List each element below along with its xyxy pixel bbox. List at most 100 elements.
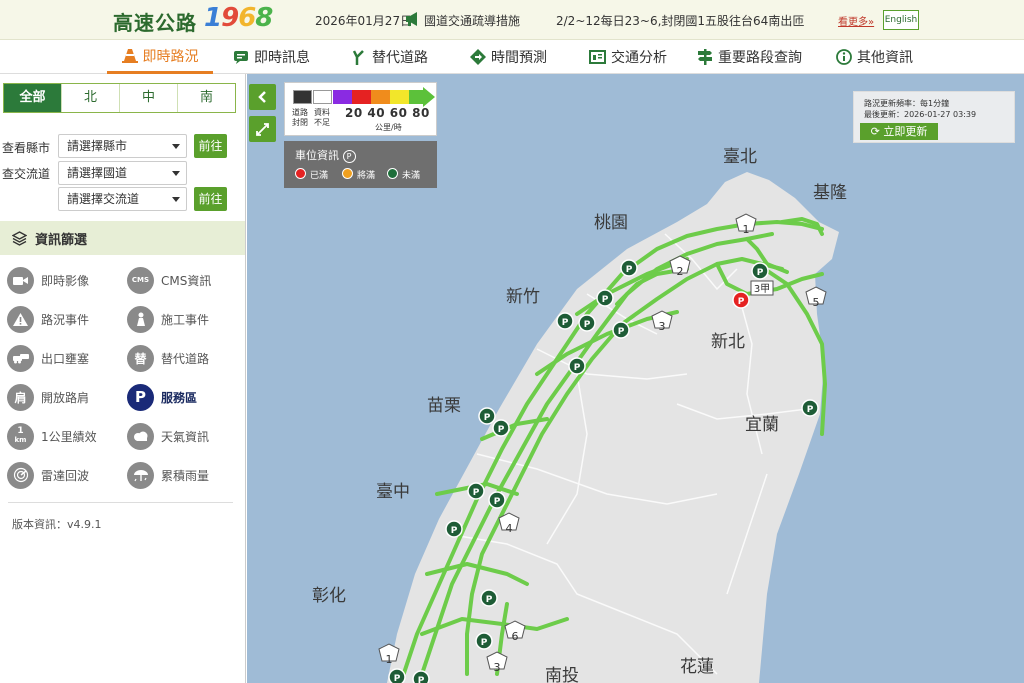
service-area-marker[interactable]: P — [578, 314, 596, 332]
service-area-marker[interactable]: P — [492, 419, 510, 437]
filter-incident[interactable]: 路況事件 — [7, 305, 89, 333]
legend-nodata-label: 資料 不足 — [314, 108, 330, 128]
warning-icon — [7, 305, 34, 333]
legend-unit: 公里/時 — [375, 123, 402, 132]
weather-icon — [127, 422, 154, 450]
region-tab-north[interactable]: 北 — [61, 84, 119, 112]
city-label-new-taipei: 新北 — [711, 332, 745, 352]
filter-construction[interactable]: 施工事件 — [127, 305, 209, 333]
nav-important-section[interactable]: 重要路段查詢 — [697, 40, 802, 74]
region-tab-central[interactable]: 中 — [119, 84, 177, 112]
filter-weather[interactable]: 天氣資訊 — [127, 422, 209, 450]
city-label-keelung: 基隆 — [813, 183, 847, 203]
service-area-marker[interactable]: P — [801, 399, 819, 417]
english-button[interactable]: English — [883, 10, 919, 30]
filter-alternate-road[interactable]: 替 替代道路 — [127, 344, 209, 372]
interchange-select[interactable]: 請選擇交流道 — [58, 187, 187, 211]
service-area-marker[interactable]: P — [478, 407, 496, 425]
service-area-marker[interactable]: P — [620, 259, 638, 277]
shield-number: 3 — [494, 661, 501, 674]
logo-text[interactable]: 高速公路 — [113, 7, 197, 36]
city-select-value: 請選擇縣市 — [67, 139, 128, 153]
interchange-go-button[interactable]: 前往 — [194, 187, 227, 211]
service-area-marker[interactable]: P — [751, 262, 769, 280]
filter-exit-jam[interactable]: 出口壅塞 — [7, 344, 89, 372]
service-marker-label: P — [602, 295, 609, 305]
service-area-marker[interactable]: P — [488, 491, 506, 509]
parking-legend: 車位資訊 P 已滿 將滿 未滿 — [284, 141, 437, 188]
city-label-taipei: 臺北 — [723, 147, 757, 167]
city-select[interactable]: 請選擇縣市 — [58, 134, 187, 158]
filter-service-area[interactable]: P 服務區 — [127, 383, 197, 411]
parking-almost-label: 將滿 — [357, 171, 376, 181]
service-area-marker[interactable]: P — [388, 668, 406, 683]
shield-number: 1 — [386, 653, 393, 666]
camera-icon — [7, 266, 34, 294]
logo-digit: 1 — [204, 3, 222, 33]
service-area-marker[interactable]: P — [568, 357, 586, 375]
service-area-marker[interactable]: P — [467, 482, 485, 500]
service-area-marker[interactable]: P — [612, 321, 630, 339]
refresh-icon: ⟳ — [870, 125, 880, 138]
service-area-marker[interactable]: P — [480, 589, 498, 607]
filter-label: 出口壅塞 — [41, 351, 90, 366]
city-go-button[interactable]: 前往 — [194, 134, 227, 158]
nav-alternate-road[interactable]: 替代道路 — [353, 40, 428, 74]
car-jam-icon — [7, 344, 34, 372]
divider — [8, 502, 233, 503]
filter-label: 開放路肩 — [41, 390, 90, 405]
collapse-sidebar-button[interactable] — [249, 84, 276, 110]
logo-digit: 6 — [238, 3, 256, 33]
service-marker-label: P — [498, 425, 505, 435]
highway-select[interactable]: 請選擇國道 — [58, 161, 187, 185]
filter-1km-performance[interactable]: 1 km 1公里績效 — [7, 422, 97, 450]
highway-shield[interactable]: 3甲 — [750, 280, 774, 296]
filter-label: 替代道路 — [161, 351, 210, 366]
nav-realtime-message[interactable]: 即時訊息 — [233, 40, 310, 74]
shield-number: 3 — [659, 320, 666, 333]
service-area-full-marker[interactable]: P — [732, 291, 750, 309]
nav-traffic-analysis[interactable]: 交通分析 — [589, 40, 667, 74]
rainfall-icon — [127, 461, 154, 489]
region-tab-all[interactable]: 全部 — [4, 84, 61, 112]
filter-camera[interactable]: 即時影像 — [7, 266, 89, 294]
filter-rainfall[interactable]: 累積雨量 — [127, 461, 209, 489]
filter-cms[interactable]: CMS CMS資訊 — [127, 266, 211, 294]
filter-radar[interactable]: 雷達回波 — [7, 461, 89, 489]
last-update-time: 最後更新：2026-01-27 03:39 — [864, 110, 977, 119]
service-area-marker[interactable]: P — [412, 670, 430, 683]
signpost-icon — [698, 49, 712, 65]
region-tab-south[interactable]: 南 — [177, 84, 235, 112]
service-marker-label: P — [418, 676, 425, 683]
nav-time-prediction[interactable]: 時間預測 — [470, 40, 547, 74]
speed-legend: 道路 封閉 資料 不足 20 40 60 80 公里/時 — [284, 82, 437, 136]
expand-icon — [256, 122, 269, 136]
service-marker-label: P — [394, 674, 401, 683]
info-icon — [836, 49, 852, 65]
km-icon: 1 km — [7, 422, 34, 450]
news-text[interactable]: 2/2~12每日23~6,封閉國1五股往台64南出匝 — [556, 12, 828, 29]
filter-header: 資訊篩選 — [0, 221, 245, 255]
more-link[interactable]: 看更多» — [838, 13, 874, 28]
filter-label: 服務區 — [161, 390, 198, 405]
service-area-marker[interactable]: P — [445, 520, 463, 538]
road-fork-icon — [353, 50, 364, 65]
interchange-label: 查交流道 — [2, 167, 51, 181]
refresh-button[interactable]: ⟳ 立即更新 — [860, 123, 938, 140]
top-bar: 高速公路 1968 2026年01月27日 國道交通疏導措施 2/2~12每日2… — [0, 0, 1024, 40]
nav-realtime-traffic[interactable]: 即時路況 — [107, 40, 213, 74]
caret-down-icon — [172, 144, 180, 149]
service-area-marker[interactable]: P — [475, 632, 493, 650]
nav-label: 即時訊息 — [254, 50, 310, 66]
fullscreen-button[interactable] — [249, 116, 276, 142]
nav-other-info[interactable]: 其他資訊 — [836, 40, 913, 74]
nav-label: 即時路況 — [142, 48, 199, 65]
logo-digit: 9 — [221, 3, 239, 33]
service-area-marker[interactable]: P — [596, 289, 614, 307]
update-frequency: 路況更新頻率：每1分鐘 — [864, 99, 950, 108]
filter-shoulder[interactable]: 肩 開放路肩 — [7, 383, 89, 411]
logo-number[interactable]: 1968 — [204, 3, 273, 33]
service-area-marker[interactable]: P — [556, 312, 574, 330]
chart-card-icon — [589, 50, 606, 64]
news-title[interactable]: 國道交通疏導措施 — [424, 12, 520, 29]
